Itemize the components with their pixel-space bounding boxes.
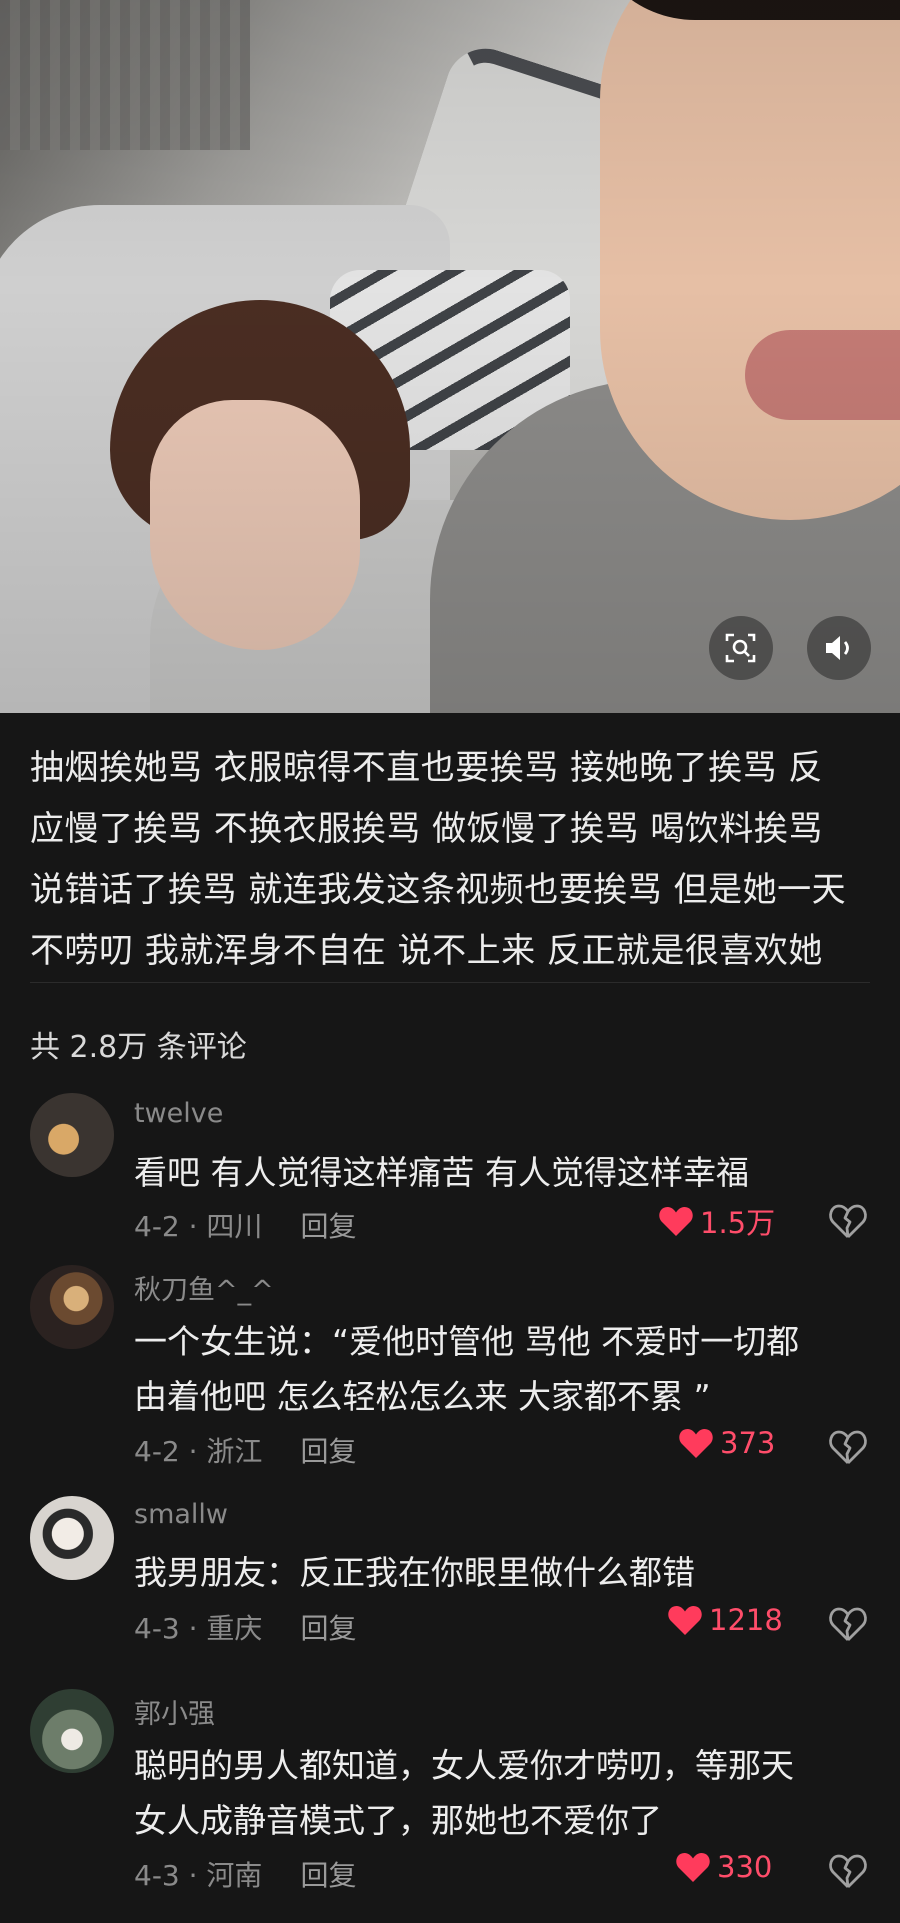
comment-meta: 4-2 · 四川 回复 (134, 1205, 356, 1245)
comment-author[interactable]: 郭小强 (134, 1692, 215, 1731)
comment-date-location: 4-3 · 河南 (134, 1859, 263, 1892)
volume-icon (826, 636, 849, 660)
scan-search-button[interactable] (709, 616, 773, 680)
reply-button[interactable]: 回复 (300, 1859, 356, 1892)
like-button[interactable]: 1.5万 (658, 1200, 775, 1242)
comment-author[interactable]: 秋刀鱼^_^ (134, 1268, 274, 1307)
comment-date-location: 4-2 · 浙江 (134, 1435, 263, 1468)
divider (30, 982, 870, 983)
comment-meta: 4-3 · 重庆 回复 (134, 1607, 356, 1647)
dislike-broken-heart-icon[interactable] (828, 1427, 868, 1467)
like-button[interactable]: 373 (678, 1426, 775, 1460)
like-button[interactable]: 1218 (667, 1603, 783, 1637)
comment-text-line: 女人成静音模式了，那她也不爱你了 (134, 1801, 662, 1840)
comment-text-line: 一个女生说：“爱他时管他 骂他 不爱时一切都 (134, 1322, 800, 1361)
video-player[interactable] (0, 0, 900, 713)
caption-line: 抽烟挨她骂 衣服晾得不直也要挨骂 接她晚了挨骂 反 (30, 748, 823, 788)
comment-author[interactable]: twelve (134, 1098, 223, 1129)
caption-line: 应慢了挨骂 不换衣服挨骂 做饭慢了挨骂 喝饮料挨骂 (30, 809, 823, 849)
like-button[interactable]: 330 (675, 1850, 772, 1884)
comment-meta: 4-2 · 浙江 回复 (134, 1430, 356, 1470)
reply-button[interactable]: 回复 (300, 1612, 356, 1645)
dislike-broken-heart-icon[interactable] (828, 1851, 868, 1891)
reply-button[interactable]: 回复 (300, 1435, 356, 1468)
heart-filled-icon (676, 1853, 710, 1882)
avatar[interactable] (30, 1265, 114, 1349)
comment-text-line: 我男朋友：反正我在你眼里做什么都错 (134, 1553, 695, 1592)
reply-button[interactable]: 回复 (300, 1210, 356, 1243)
comment-text[interactable]: 聪明的男人都知道，女人爱你才唠叨，等那天 女人成静音模式了，那她也不爱你了 (134, 1738, 854, 1848)
dislike-broken-heart-icon[interactable] (828, 1604, 868, 1644)
like-count: 373 (720, 1426, 776, 1460)
caption-line: 说错话了挨骂 就连我发这条视频也要挨骂 但是她一天 (30, 870, 847, 910)
comment-text-line: 看吧 有人觉得这样痛苦 有人觉得这样幸福 (134, 1153, 749, 1192)
comment-text[interactable]: 一个女生说：“爱他时管他 骂他 不爱时一切都 由着他吧 怎么轻松怎么来 大家都不… (134, 1314, 854, 1424)
like-count: 330 (717, 1850, 773, 1884)
comment-text-line: 聪明的男人都知道，女人爱你才唠叨，等那天 (134, 1746, 794, 1785)
like-count: 1.5万 (700, 1206, 776, 1240)
volume-button[interactable] (807, 616, 871, 680)
comment-text[interactable]: 我男朋友：反正我在你眼里做什么都错 (134, 1545, 854, 1600)
comment-text[interactable]: 看吧 有人觉得这样痛苦 有人觉得这样幸福 (134, 1145, 854, 1200)
like-count: 1218 (709, 1603, 783, 1637)
comment-count: 共 2.8万 条评论 (30, 1030, 247, 1065)
comment-date-location: 4-3 · 重庆 (134, 1612, 263, 1645)
heart-filled-icon (659, 1207, 693, 1236)
avatar[interactable] (30, 1093, 114, 1177)
caption-line: 不唠叨 我就浑身不自在 说不上来 反正就是很喜欢她 (30, 931, 823, 971)
video-caption: 抽烟挨她骂 衣服晾得不直也要挨骂 接她晚了挨骂 反 应慢了挨骂 不换衣服挨骂 做… (30, 738, 870, 982)
comment-text-line: 由着他吧 怎么轻松怎么来 大家都不累 ” (134, 1377, 711, 1416)
dislike-broken-heart-icon[interactable] (828, 1201, 868, 1241)
heart-filled-icon (668, 1606, 702, 1635)
scan-search-icon (725, 633, 756, 663)
avatar[interactable] (30, 1689, 114, 1773)
comment-author[interactable]: smallw (134, 1499, 228, 1530)
comment-meta: 4-3 · 河南 回复 (134, 1854, 356, 1894)
avatar[interactable] (30, 1496, 114, 1580)
video-shade (0, 0, 900, 713)
comment-date-location: 4-2 · 四川 (134, 1210, 263, 1243)
heart-filled-icon (679, 1429, 713, 1458)
